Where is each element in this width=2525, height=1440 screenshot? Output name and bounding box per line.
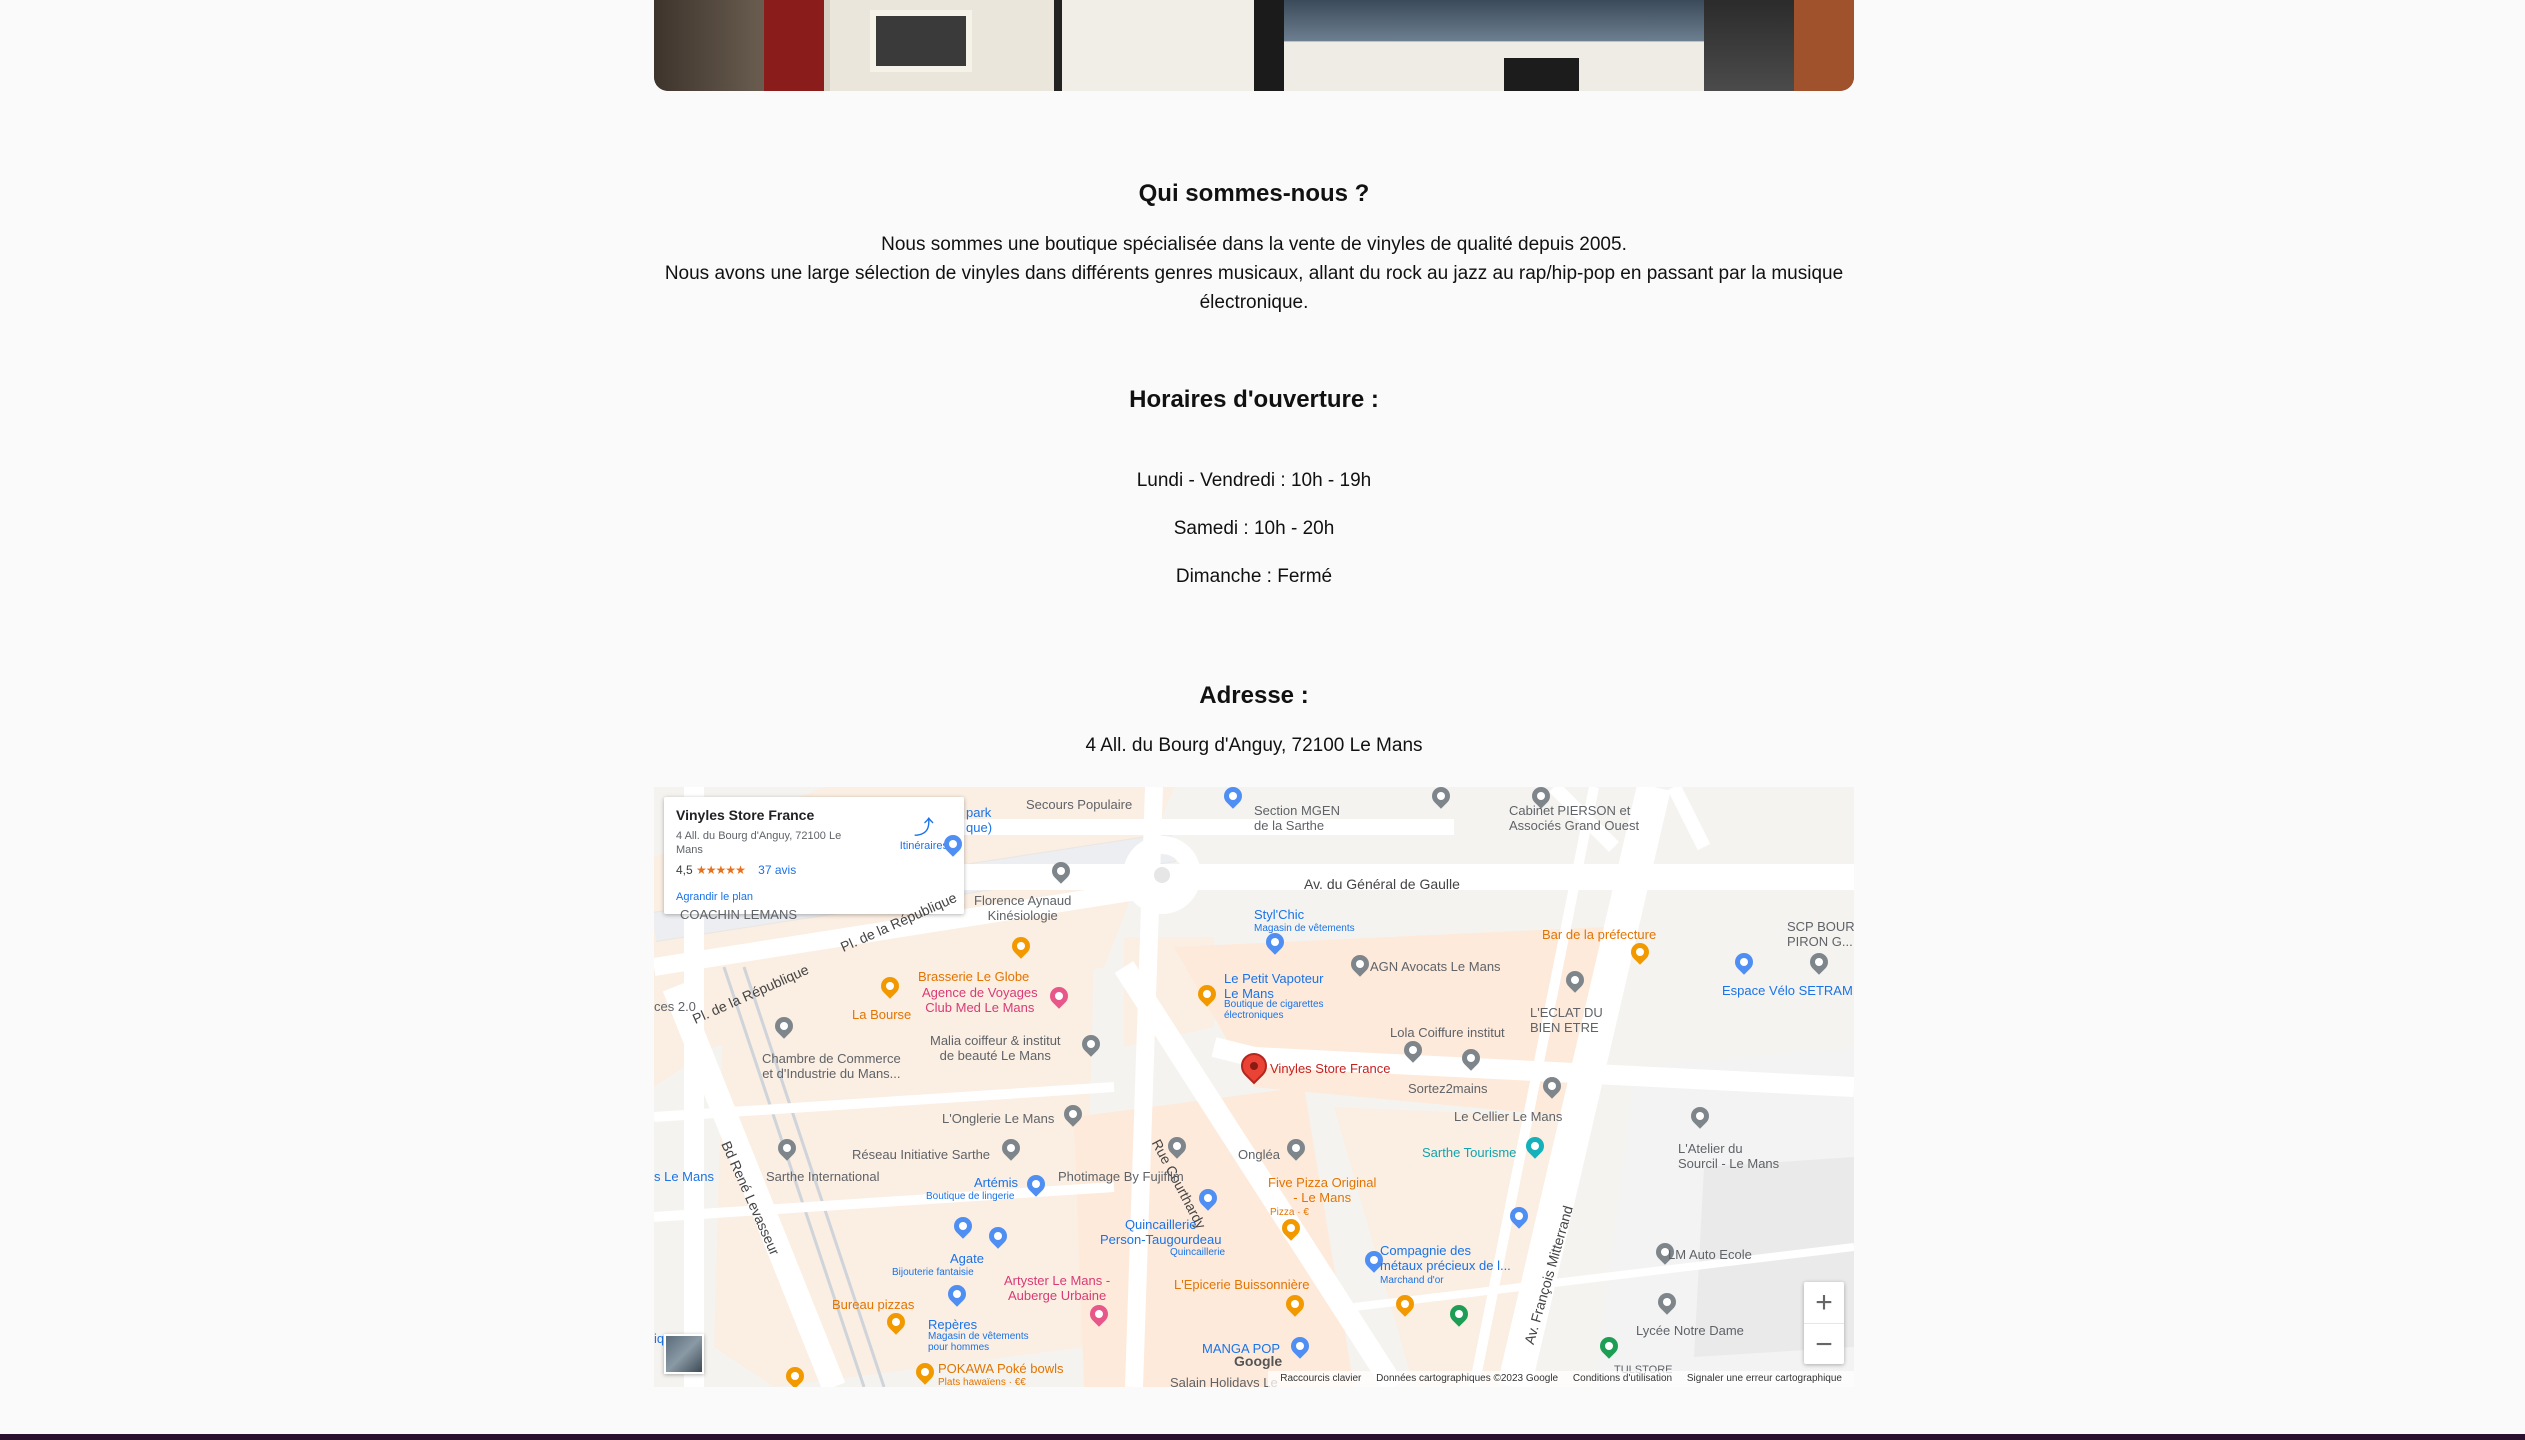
map-label[interactable]: COACHIN LEMANS [680,907,797,922]
map-label[interactable]: Florence Aynaud Kinésiologie [974,893,1071,923]
hours-saturday: Samedi : 10h - 20h [1173,518,1335,539]
rating-stars: ★★★★★ [696,863,746,877]
google-map[interactable]: Vinyles Store France 4 All. du Bourg d'A… [654,787,1854,1387]
map-label: Boutique de cigarettes électroniques [1224,999,1324,1021]
map-label[interactable]: Le Cellier Le Mans [1454,1109,1562,1124]
map-label[interactable]: AGN Avocats Le Mans [1370,959,1501,974]
map-label[interactable]: Bar de la préfecture [1542,927,1656,942]
map-label[interactable]: Repères [928,1317,977,1332]
address-text: 4 All. du Bourg d'Anguy, 72100 Le Mans [1085,735,1423,756]
map-label[interactable]: L'ECLAT DU BIEN ETRE [1530,1005,1603,1035]
hours-weekdays: Lundi - Vendredi : 10h - 19h [1136,470,1372,491]
map-label[interactable]: Réseau Initiative Sarthe [852,1147,990,1162]
map-label[interactable]: Five Pizza Original - Le Mans [1268,1175,1376,1205]
map-label[interactable]: s Le Mans [654,1169,714,1184]
satellite-layer-toggle[interactable] [664,1334,704,1374]
map-data-credit: Données cartographiques ©2023 Google [1376,1373,1559,1384]
directions-label: Itinéraires [899,840,948,852]
map-label: Plats hawaïens · €€ [938,1377,1026,1387]
map-label[interactable]: SCP BOUR PIRON G... [1787,919,1854,949]
map-label[interactable]: Lola Coiffure institut [1390,1025,1505,1040]
about-line-2: Nous avons une large sélection de vinyle… [664,263,1844,313]
map-label[interactable]: Bureau pizzas [832,1297,914,1312]
map-label[interactable]: Agate [950,1251,984,1266]
map-label: Magasin de vêtements pour hommes [928,1331,1029,1353]
reviews-link[interactable]: 37 avis [758,863,796,877]
hours-title: Horaires d'ouverture : [1129,386,1379,413]
map-label[interactable]: park que) [966,805,992,835]
map-label: Marchand d'or [1380,1275,1444,1286]
map-label[interactable]: Espace Vélo SETRAM [1722,983,1853,998]
keyboard-shortcuts-link[interactable]: Raccourcis clavier [1280,1373,1361,1384]
address-title: Adresse : [1199,682,1309,709]
zoom-in-button[interactable]: + [1804,1282,1844,1323]
map-place-card: Vinyles Store France 4 All. du Bourg d'A… [664,797,964,914]
map-label[interactable]: Brasserie Le Globe [918,969,1029,984]
map-label[interactable]: Sortez2mains [1408,1081,1487,1096]
map-label[interactable]: Agence de Voyages Club Med Le Mans [922,985,1038,1015]
rating-value: 4,5 [676,863,693,877]
map-label[interactable]: Compagnie des métaux précieux de l... [1380,1243,1511,1273]
place-address: 4 All. du Bourg d'Anguy, 72100 Le Mans [676,830,842,856]
map-label[interactable]: Sarthe International [766,1169,879,1184]
map-label[interactable]: L'Atelier du Sourcil - Le Mans [1678,1141,1779,1171]
map-label[interactable]: Lycée Notre Dame [1636,1323,1744,1338]
map-label[interactable]: La Bourse [852,1007,911,1022]
report-error-link[interactable]: Signaler une erreur cartographique [1687,1373,1842,1384]
page: Qui sommes-nous ? Nous sommes une boutiq… [0,0,2525,1440]
map-label[interactable]: Le Petit Vapoteur Le Mans [1224,971,1324,1001]
enlarge-map-link[interactable]: Agrandir le plan [676,891,952,903]
about-line-1: Nous sommes une boutique spécialisée dan… [881,234,1627,255]
map-label[interactable]: Malia coiffeur & institut de beauté Le M… [930,1033,1061,1063]
map-label[interactable]: Cabinet PIERSON et Associés Grand Ouest [1509,803,1639,833]
directions-icon: ⤴ [913,817,934,839]
map-label[interactable]: LM Auto Ecole [1668,1247,1752,1262]
directions-button[interactable]: ⤴ Itinéraires [900,811,948,852]
store-marker-label[interactable]: Vinyles Store France [1270,1061,1390,1076]
map-label[interactable]: Photimage By Fujifilm [1058,1169,1184,1184]
about-title: Qui sommes-nous ? [1138,180,1370,207]
map-label: Quincaillerie [1170,1247,1226,1258]
map-label[interactable]: Artémis [974,1175,1018,1190]
map-label[interactable]: ces 2.0 [654,999,696,1014]
storefront-image [654,0,1854,91]
map-label: Pizza · € [1270,1207,1309,1218]
map-label[interactable]: Secours Populaire [1026,797,1132,812]
map-label[interactable]: Salain Holidays Le [1170,1375,1278,1387]
road-label: Av. du Général de Gaulle [1304,876,1460,892]
zoom-controls: + − [1804,1282,1844,1364]
map-label: Bijouterie fantaisie [892,1267,974,1278]
map-attribution: Raccourcis clavier Données cartographiqu… [1268,1371,1854,1387]
map-label[interactable]: Chambre de Commerce et d'Industrie du Ma… [762,1051,901,1081]
map-label[interactable]: Section MGEN de la Sarthe [1254,803,1340,833]
map-label[interactable]: POKAWA Poké bowls [938,1361,1063,1376]
map-label[interactable]: Sarthe Tourisme [1422,1145,1516,1160]
google-logo: Google [1234,1353,1283,1369]
map-label[interactable]: Styl'Chic [1254,907,1304,922]
map-label[interactable]: Quincaillerie Person-Taugourdeau [1100,1217,1221,1247]
map-label[interactable]: Ongléa [1238,1147,1280,1162]
place-rating: 4,5 ★★★★★ 37 avis [676,863,952,877]
hours-sunday: Dimanche : Fermé [1175,566,1333,587]
map-label[interactable]: Artyster Le Mans - Auberge Urbaine [1004,1273,1110,1303]
map-label: Magasin de vêtements [1254,923,1355,934]
terms-link[interactable]: Conditions d'utilisation [1573,1373,1672,1384]
zoom-out-button[interactable]: − [1804,1323,1844,1364]
footer-bar [0,1434,2525,1440]
map-label[interactable]: L'Onglerie Le Mans [942,1111,1054,1126]
map-label: Boutique de lingerie [926,1191,1015,1202]
map-label[interactable]: L'Epicerie Buissonnière [1174,1277,1309,1292]
